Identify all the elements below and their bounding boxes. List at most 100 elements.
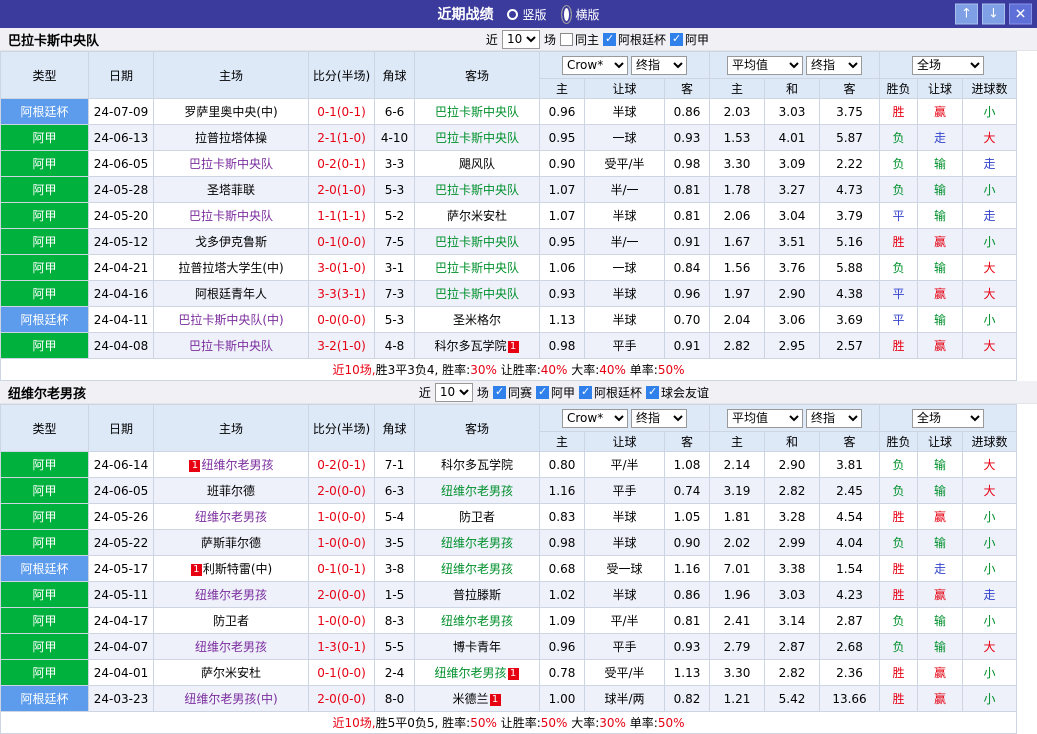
home-team: 纽维尔老男孩 <box>153 633 309 660</box>
result-scope-header: 全场 <box>879 51 1018 79</box>
home-team: 阿根廷青年人 <box>153 280 309 307</box>
checkbox-checked-icon[interactable] <box>492 385 506 399</box>
handicap-mark: 赢 <box>917 659 964 686</box>
filter-checkbox[interactable]: 阿根廷杯 <box>578 384 642 401</box>
result-scope-select[interactable]: 全场 <box>912 55 985 75</box>
euro-source-select[interactable]: 平均值 <box>727 55 803 75</box>
checkbox-checked-icon[interactable] <box>602 32 616 46</box>
asia-odds-2: 1.16 <box>664 555 710 582</box>
match-score: 2-1(1-0) <box>308 124 375 151</box>
goals-mark: 小 <box>962 306 1018 333</box>
checkbox-unchecked-icon[interactable] <box>559 32 573 46</box>
filter-checkbox[interactable]: 同主 <box>559 31 599 48</box>
results-table: 类型 日期 主场 比分(半场) 角球 客场 Crow* 终指 平均值 终指 全场主让球客主和客胜负让… <box>0 51 1018 381</box>
euro-odds-0: 1.81 <box>709 503 765 530</box>
outcome-mark: 负 <box>879 529 919 556</box>
team-text: 巴拉卡斯中央队 <box>434 131 519 145</box>
asia-odds-1: 半球 <box>584 581 665 608</box>
layout-radio-vertical[interactable]: 竖版 <box>507 6 547 23</box>
euro-odds-2: 1.54 <box>818 555 881 582</box>
match-date: 24-06-14 <box>88 451 154 478</box>
layout-radio-horizontal[interactable]: 横版 <box>560 4 600 24</box>
euro-final-select[interactable]: 终指 <box>806 55 862 75</box>
radio-vertical-label: 竖版 <box>522 7 547 22</box>
corner-count: 3-8 <box>374 555 415 582</box>
match-count-select[interactable]: 10 <box>501 29 540 49</box>
checkbox-label: 同赛 <box>507 385 532 400</box>
table-row: 阿甲 24-05-22 萨斯菲尔德 1-0(0-0) 3-5 纽维尔老男孩 0.98 半球 0.… <box>0 529 1018 556</box>
corner-count: 7-3 <box>374 280 415 307</box>
euro-odds-selects: 平均值 终指 <box>711 55 879 75</box>
close-button[interactable]: ✕ <box>1009 3 1032 25</box>
move-down-button[interactable]: ↓ <box>982 3 1005 25</box>
goals-mark: 小 <box>962 607 1018 634</box>
filter-checkbox[interactable]: 球会友谊 <box>645 384 709 401</box>
summary-segment: 50% <box>657 716 685 730</box>
euro-odds-0: 2.14 <box>709 451 765 478</box>
team-text: 巴拉卡斯中央队 <box>434 235 519 249</box>
match-date: 24-06-13 <box>88 124 154 151</box>
away-team: 防卫者 <box>414 503 540 530</box>
handicap-mark: 走 <box>917 555 964 582</box>
euro-odds-1: 3.09 <box>764 150 820 177</box>
handicap-mark: 输 <box>917 451 964 478</box>
home-team: 纽维尔老男孩 <box>153 503 309 530</box>
sub-header-4: 和 <box>764 431 820 452</box>
asia-odds-2: 0.82 <box>664 685 710 712</box>
euro-odds-1: 2.99 <box>764 529 820 556</box>
match-count-select[interactable]: 10 <box>434 382 473 402</box>
asia-odds-header: Crow* 终指 <box>539 404 710 432</box>
team-text: 拉普拉塔大学生(中) <box>178 261 284 275</box>
team-text: 圣米格尔 <box>452 313 501 327</box>
filter-checkbox[interactable]: 阿甲 <box>535 384 575 401</box>
euro-final-select[interactable]: 终指 <box>806 408 862 428</box>
goals-mark: 大 <box>962 280 1018 307</box>
checkbox-checked-icon[interactable] <box>578 385 592 399</box>
filter-checkbox[interactable]: 阿甲 <box>669 31 709 48</box>
outcome-mark: 胜 <box>879 581 919 608</box>
league-badge: 阿根廷杯 <box>0 98 89 125</box>
asia-source-select[interactable]: Crow* <box>562 55 628 75</box>
asia-final-select[interactable]: 终指 <box>631 408 687 428</box>
home-team: 圣塔菲联 <box>153 176 309 203</box>
team-text: 科尔多瓦学院 <box>440 458 513 472</box>
match-date: 24-04-16 <box>88 280 154 307</box>
checkbox-checked-icon[interactable] <box>669 32 683 46</box>
sub-header-1: 让球 <box>584 78 665 99</box>
table-row: 阿根廷杯 24-05-17 1 利斯特雷(中) 0-1(0-1) 3-8 纽维尔老男孩 0.6… <box>0 555 1018 582</box>
match-score: 0-2(0-1) <box>308 150 375 177</box>
asia-source-select[interactable]: Crow* <box>562 408 628 428</box>
home-team: 1 利斯特雷(中) <box>153 555 309 582</box>
away-team: 博卡青年 <box>414 633 540 660</box>
euro-odds-2: 5.16 <box>818 228 881 255</box>
euro-odds-0: 1.97 <box>709 280 765 307</box>
filter-checkbox[interactable]: 同赛 <box>492 384 532 401</box>
checkbox-checked-icon[interactable] <box>535 385 549 399</box>
summary-segment: 胜3平3负4, <box>375 363 439 377</box>
euro-source-select[interactable]: 平均值 <box>727 408 803 428</box>
checkbox-checked-icon[interactable] <box>645 385 659 399</box>
home-team: 1 纽维尔老男孩 <box>153 451 309 478</box>
home-team: 拉普拉塔大学生(中) <box>153 254 309 281</box>
result-scope-select[interactable]: 全场 <box>912 408 985 428</box>
euro-odds-2: 2.57 <box>818 332 881 359</box>
red-card-badge: 1 <box>489 693 501 706</box>
goals-mark: 小 <box>962 529 1018 556</box>
euro-odds-2: 5.88 <box>818 254 881 281</box>
match-date: 24-04-11 <box>88 306 154 333</box>
move-up-button[interactable]: ↑ <box>955 3 978 25</box>
goals-mark: 小 <box>962 176 1018 203</box>
asia-final-select[interactable]: 终指 <box>631 55 687 75</box>
goals-mark: 走 <box>962 202 1018 229</box>
corner-count: 3-5 <box>374 529 415 556</box>
asia-odds-2: 0.93 <box>664 633 710 660</box>
asia-odds-0: 0.83 <box>539 503 585 530</box>
euro-odds-0: 3.19 <box>709 477 765 504</box>
team-text: 巴拉卡斯中央队 <box>188 339 273 353</box>
sub-header-7: 让球 <box>917 431 964 452</box>
team-text: 纽维尔老男孩 <box>194 588 267 602</box>
filter-checkbox[interactable]: 阿根廷杯 <box>602 31 666 48</box>
asia-odds-selects: Crow* 终指 <box>541 55 709 75</box>
result-scope-selects: 全场 <box>881 408 1016 428</box>
table-row: 阿甲 24-06-13 拉普拉塔体操 2-1(1-0) 4-10 巴拉卡斯中央队 0.95 一… <box>0 124 1018 151</box>
